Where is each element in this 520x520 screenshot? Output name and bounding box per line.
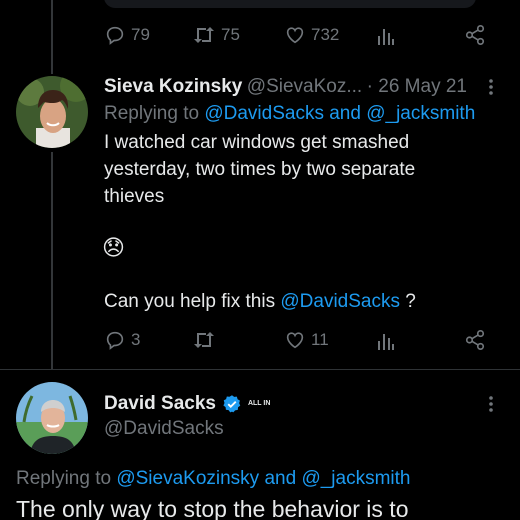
replying-and: and [264, 468, 297, 489]
views-button[interactable] [376, 331, 396, 351]
reply-icon [106, 331, 124, 350]
thread-connector [51, 152, 53, 369]
reply-count: 3 [131, 330, 141, 349]
repost-icon [194, 332, 214, 348]
mention-link[interactable]: @DavidSacks [280, 291, 400, 312]
more-vertical-icon [489, 79, 493, 95]
repost-icon [194, 27, 214, 43]
like-count: 11 [311, 330, 329, 349]
tweet-text-question: Can you help fix this @DavidSacks ? [104, 288, 416, 315]
analytics-icon [378, 334, 394, 350]
more-vertical-icon [489, 396, 493, 412]
reply-button[interactable]: 3 [104, 329, 140, 351]
analytics-icon [378, 29, 394, 45]
reply-icon [106, 26, 124, 45]
affiliation-label: ALL IN [247, 400, 271, 407]
views-button[interactable] [376, 26, 396, 46]
like-button[interactable]: 11 [284, 329, 329, 351]
mention-link[interactable]: @DavidSacks [204, 103, 324, 124]
heart-icon [286, 332, 304, 349]
repost-button[interactable]: 75 [192, 24, 240, 46]
avatar[interactable] [16, 382, 88, 454]
tweet-text-line: I watched car windows get smashed [104, 132, 410, 153]
tweet-text: I watched car windows get smashed yester… [104, 129, 415, 210]
tweet-header: David Sacks ALL IN [104, 393, 270, 415]
user-handle[interactable]: @SievaKoz... [247, 76, 362, 97]
like-count: 732 [311, 25, 340, 44]
thread-connector [51, 0, 53, 74]
mention-link[interactable]: @_jacksmith [366, 103, 475, 124]
tweet-text: The only way to stop the behavior is to [16, 496, 409, 520]
user-handle[interactable]: @DavidSacks [104, 418, 224, 440]
display-name[interactable]: David Sacks [104, 393, 216, 415]
repost-count: 75 [221, 25, 240, 44]
tweet-text-line: yesterday, two times by two separate [104, 159, 416, 180]
avatar-image [16, 76, 88, 148]
more-options-button[interactable] [488, 78, 494, 101]
avatar-image [16, 382, 88, 454]
share-button[interactable] [464, 329, 486, 351]
replying-label: Replying to [104, 103, 200, 124]
like-button[interactable]: 732 [284, 24, 339, 46]
heart-icon [286, 27, 304, 44]
reply-button[interactable]: 79 [104, 24, 150, 46]
sad-face-emoji: 😞 [102, 235, 125, 260]
replying-to: Replying to @SievaKozinsky and @_jacksmi… [16, 468, 411, 490]
question-suffix: ? [405, 291, 416, 312]
divider [0, 369, 520, 370]
tweet-date[interactable]: · 26 May 21 [367, 76, 467, 97]
quoted-card-edge [104, 0, 476, 8]
more-options-button[interactable] [488, 395, 494, 418]
avatar[interactable] [16, 76, 88, 148]
question-text: Can you help fix this [104, 291, 276, 312]
share-icon [465, 330, 485, 350]
replying-to: Replying to @DavidSacks and @_jacksmith [104, 103, 475, 125]
display-name[interactable]: Sieva Kozinsky [104, 76, 242, 97]
replying-and: and [329, 103, 361, 124]
mention-link[interactable]: @SievaKozinsky [116, 468, 259, 489]
share-icon [465, 25, 485, 45]
repost-button[interactable] [192, 329, 216, 351]
affiliation-badge[interactable]: ALL IN [248, 400, 270, 408]
tweet-header: Sieva Kozinsky @SievaKoz... · 26 May 21 [104, 76, 467, 98]
tweet-text-line: thieves [104, 186, 165, 207]
replying-label: Replying to [16, 468, 112, 489]
reply-count: 79 [131, 25, 150, 44]
mention-link[interactable]: @_jacksmith [301, 468, 410, 489]
verified-badge-icon [223, 395, 241, 413]
share-button[interactable] [464, 24, 486, 46]
